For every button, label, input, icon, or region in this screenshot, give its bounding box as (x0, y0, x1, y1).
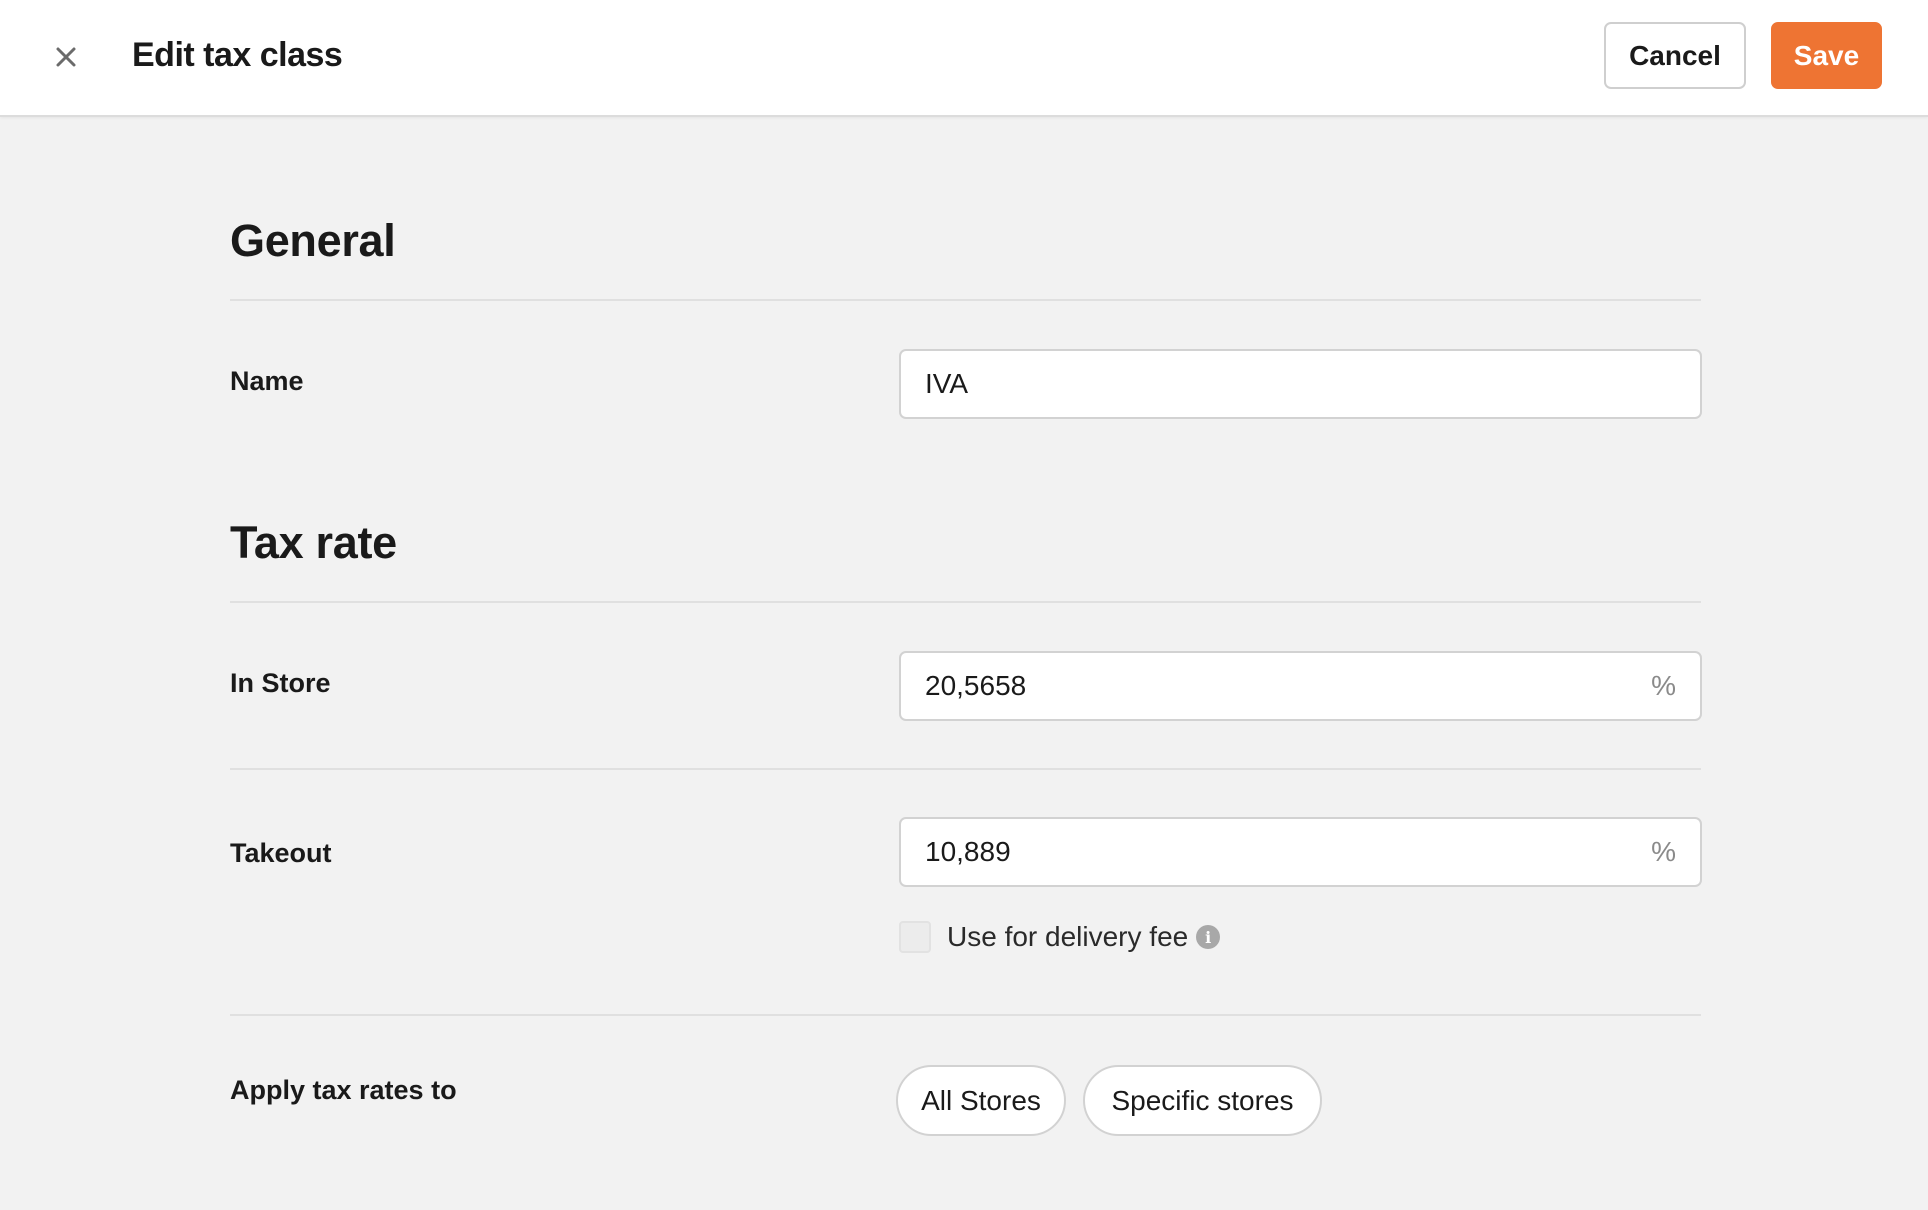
save-button[interactable]: Save (1771, 22, 1882, 89)
info-icon[interactable]: i (1196, 925, 1221, 949)
delivery-fee-label[interactable]: Use for delivery fee (947, 921, 1188, 953)
name-input-value: IVA (925, 368, 969, 399)
in-store-percent-suffix: % (1651, 670, 1676, 701)
takeout-rate-value: 10,889 (925, 836, 1011, 867)
close-button[interactable] (46, 37, 86, 77)
general-section-title: General (230, 215, 396, 266)
in-store-label: In Store (230, 668, 331, 698)
page-title: Edit tax class (132, 36, 343, 74)
name-label: Name (230, 366, 304, 396)
takeout-rate-input[interactable]: 10,889 % (899, 817, 1702, 887)
delivery-fee-row: Use for delivery fee i (899, 921, 1221, 953)
close-icon (56, 47, 76, 67)
takeout-divider (230, 1014, 1701, 1016)
in-store-divider (230, 768, 1701, 770)
top-bar: Edit tax class Cancel Save (0, 0, 1928, 117)
cancel-button[interactable]: Cancel (1604, 22, 1746, 89)
name-input[interactable]: IVA (899, 349, 1702, 419)
apply-tax-rates-label: Apply tax rates to (230, 1075, 457, 1105)
in-store-rate-value: 20,5658 (925, 670, 1027, 701)
delivery-fee-checkbox[interactable] (899, 921, 931, 953)
general-divider (230, 299, 1701, 301)
in-store-rate-input[interactable]: 20,5658 % (899, 651, 1702, 721)
tax-rate-divider (230, 601, 1701, 603)
takeout-percent-suffix: % (1651, 836, 1676, 867)
all-stores-option[interactable]: All Stores (896, 1065, 1066, 1136)
tax-rate-section-title: Tax rate (230, 517, 397, 568)
specific-stores-option[interactable]: Specific stores (1083, 1065, 1322, 1136)
takeout-label: Takeout (230, 838, 332, 868)
